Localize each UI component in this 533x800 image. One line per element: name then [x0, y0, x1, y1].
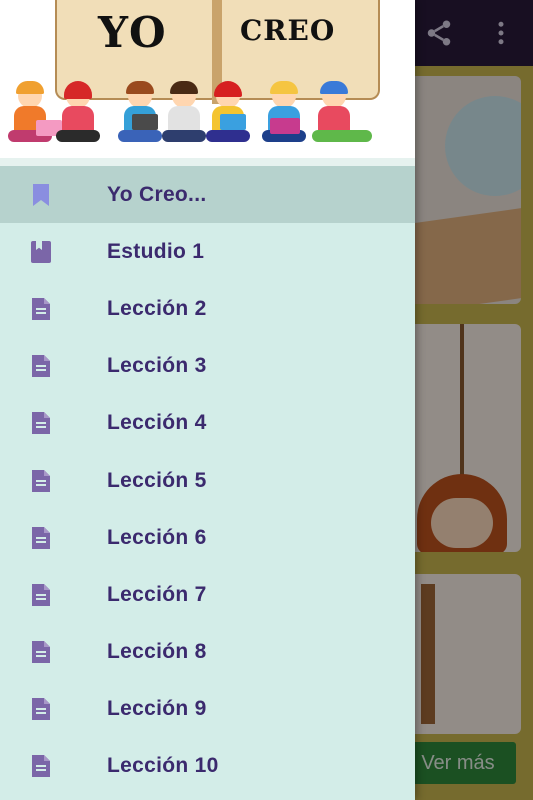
kid-illustration: [118, 81, 162, 150]
drawer-header: YO CREO: [0, 0, 415, 166]
header-divider: [0, 158, 415, 166]
drawer-menu: Yo Creo... Estudio 1 Lección 2 Lección 3…: [0, 166, 415, 795]
document-icon: [30, 469, 52, 493]
menu-item-leccion-9[interactable]: Lección 9: [0, 681, 415, 738]
bookmark-icon: [30, 183, 52, 207]
header-title-word: YO: [98, 8, 167, 57]
header-title-word: CREO: [240, 14, 336, 47]
menu-item-leccion-4[interactable]: Lección 4: [0, 395, 415, 452]
menu-item-label: Estudio 1: [107, 239, 205, 263]
menu-item-leccion-5[interactable]: Lección 5: [0, 452, 415, 509]
navigation-drawer: YO CREO Yo Creo... Estudio 1 Lección 2 L…: [0, 0, 415, 800]
kid-illustration: [206, 81, 250, 150]
document-icon: [30, 697, 52, 721]
menu-item-label: Lección 3: [107, 354, 207, 378]
menu-item-leccion-8[interactable]: Lección 8: [0, 624, 415, 681]
document-icon: [30, 411, 52, 435]
document-icon: [30, 297, 52, 321]
menu-item-leccion-6[interactable]: Lección 6: [0, 509, 415, 566]
kid-illustration: [312, 81, 372, 150]
kid-illustration: [56, 81, 100, 150]
menu-item-label: Lección 2: [107, 296, 207, 320]
menu-item-leccion-7[interactable]: Lección 7: [0, 566, 415, 623]
document-icon: [30, 354, 52, 378]
menu-item-label: Lección 6: [107, 525, 207, 549]
menu-item-leccion-3[interactable]: Lección 3: [0, 338, 415, 395]
menu-item-leccion-2[interactable]: Lección 2: [0, 280, 415, 337]
kid-illustration: [162, 81, 206, 150]
document-icon: [30, 583, 52, 607]
menu-item-label: Lección 4: [107, 411, 207, 435]
document-icon: [30, 526, 52, 550]
book-icon: [30, 240, 52, 264]
kid-illustration: [8, 81, 62, 150]
menu-item-label: Yo Creo...: [107, 182, 207, 206]
menu-item-label: Lección 9: [107, 697, 207, 721]
menu-item-yo-creo[interactable]: Yo Creo...: [0, 166, 415, 224]
menu-item-label: Lección 10: [107, 754, 219, 778]
document-icon: [30, 754, 52, 778]
menu-item-label: Lección 8: [107, 640, 207, 664]
kid-illustration: [262, 81, 306, 150]
menu-item-estudio-1[interactable]: Estudio 1: [0, 223, 415, 280]
menu-item-label: Lección 7: [107, 582, 207, 606]
document-icon: [30, 640, 52, 664]
menu-item-label: Lección 5: [107, 468, 207, 492]
menu-item-leccion-10[interactable]: Lección 10: [0, 738, 415, 795]
